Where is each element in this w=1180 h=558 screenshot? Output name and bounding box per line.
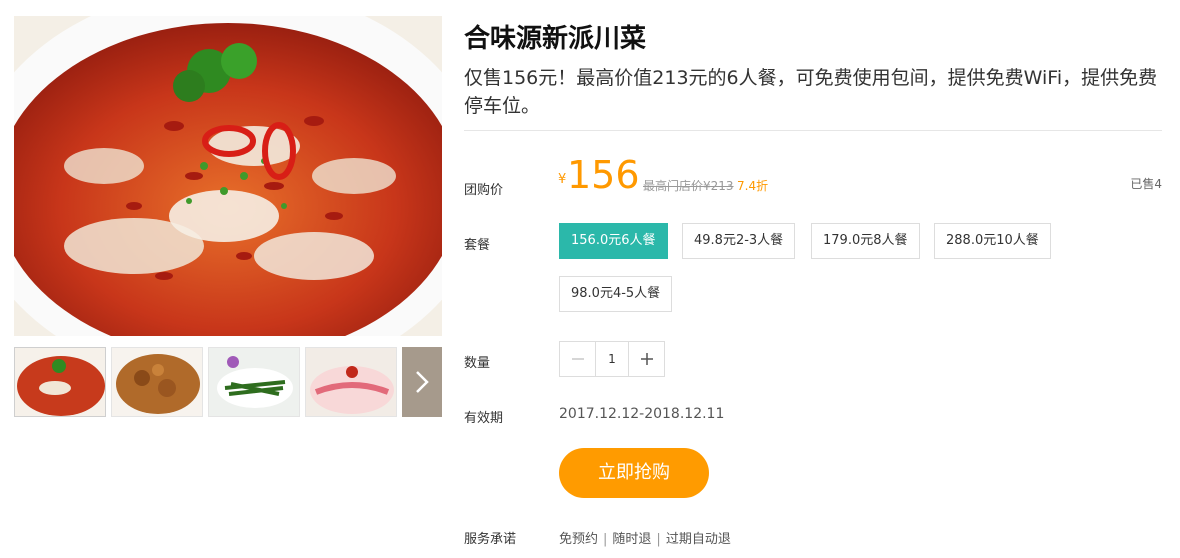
plus-icon[interactable] <box>629 342 664 376</box>
price-label: 团购价 <box>464 183 504 198</box>
thumbnail-fish[interactable] <box>14 347 106 417</box>
validity-value: 2017.12.12-2018.12.11 <box>559 406 725 422</box>
validity-label: 有效期 <box>464 411 504 426</box>
package-option-10[interactable]: 288.0元10人餐 <box>934 223 1051 259</box>
divider <box>464 130 1162 131</box>
thumbnail-green-beans[interactable] <box>208 347 300 417</box>
service-item-auto-refund: 过期自动退 <box>665 532 731 547</box>
quantity-stepper <box>559 341 665 377</box>
product-description: 仅售156元！最高价值213元的6人餐，可免费使用包间，提供免费WiFi，提供免… <box>464 67 1158 117</box>
thumbnail-strip <box>14 347 442 417</box>
package-option-8[interactable]: 179.0元8人餐 <box>811 223 920 259</box>
separator: | <box>603 532 608 547</box>
separator: | <box>656 532 661 547</box>
service-promises: 免预约 | 随时退 | 过期自动退 <box>559 528 731 547</box>
discount-badge: 7.4折 <box>737 179 769 193</box>
quantity-label: 数量 <box>464 356 491 371</box>
main-product-photo <box>14 16 442 336</box>
service-item-no-reservation: 免预约 <box>559 532 599 547</box>
thumbnail-chicken[interactable] <box>111 347 203 417</box>
service-label: 服务承诺 <box>464 532 517 547</box>
package-label: 套餐 <box>464 238 491 253</box>
package-option-4-5[interactable]: 98.0元4-5人餐 <box>559 276 673 312</box>
minus-icon[interactable] <box>560 342 595 376</box>
original-price: 最高门店价¥213 <box>643 179 734 193</box>
thumbnail-noodles[interactable] <box>305 347 397 417</box>
page-title: 合味源新派川菜 <box>464 24 647 54</box>
buy-now-button[interactable]: 立即抢购 <box>559 448 709 498</box>
chevron-right-icon[interactable] <box>402 347 442 417</box>
sold-count: 已售4 <box>1130 177 1162 191</box>
package-option-2-3[interactable]: 49.8元2-3人餐 <box>682 223 796 259</box>
package-option-6[interactable]: 156.0元6人餐 <box>559 223 668 259</box>
service-item-refund-anytime: 随时退 <box>612 532 652 547</box>
price-currency: ¥ <box>558 172 567 187</box>
group-price: 156 <box>567 153 640 197</box>
quantity-input[interactable] <box>595 342 629 376</box>
